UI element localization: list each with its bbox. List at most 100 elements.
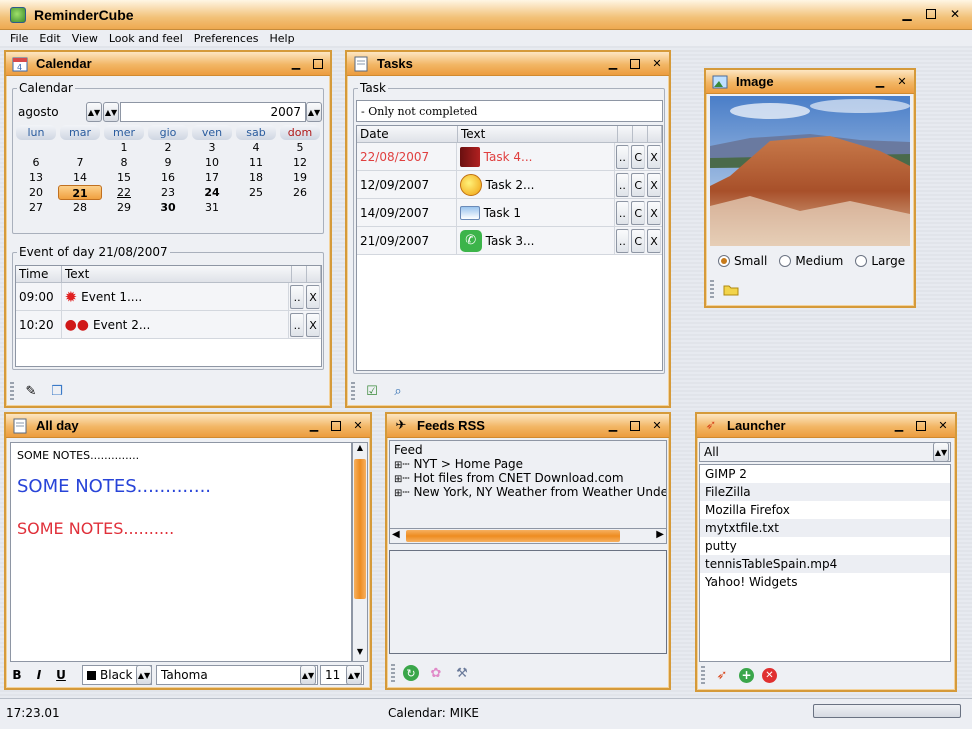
table-row[interactable]: 14/09/2007 Task 1 .. C X (357, 199, 662, 227)
list-item[interactable]: tennisTableSpain.mp4 (700, 555, 950, 573)
maximize-icon[interactable] (629, 57, 641, 70)
table-row[interactable]: 12/09/2007 Task 2... .. C X (357, 171, 662, 199)
calendar-day[interactable]: 10 (190, 155, 234, 170)
task-edit-button[interactable]: .. (615, 145, 630, 169)
calendar-day[interactable]: 11 (234, 155, 278, 170)
close-icon[interactable]: ✕ (896, 75, 908, 88)
minimize-icon[interactable]: ▁ (893, 419, 905, 432)
folder-icon[interactable] (722, 280, 740, 298)
task-delete-button[interactable]: X (647, 201, 661, 225)
calendar-day[interactable]: 2 (146, 140, 190, 155)
maximize-icon[interactable] (915, 419, 927, 432)
menu-look-and-feel[interactable]: Look and feel (109, 32, 183, 45)
calendar-day[interactable]: 29 (102, 200, 146, 215)
expand-icon[interactable]: ⊞ (394, 460, 402, 471)
toolbar-grip[interactable] (701, 666, 705, 684)
scroll-thumb[interactable] (354, 459, 366, 599)
close-icon[interactable]: ✕ (651, 57, 663, 70)
minimize-icon[interactable]: ▁ (900, 7, 914, 21)
task-complete-button[interactable]: C (631, 145, 646, 169)
col-time[interactable]: Time (16, 266, 62, 282)
col-date[interactable]: Date (357, 126, 458, 142)
close-icon[interactable]: ✕ (948, 7, 962, 21)
calendar-day[interactable]: 30 (146, 200, 190, 215)
size-small-radio[interactable]: Small (718, 254, 767, 268)
size-large-radio[interactable]: Large (855, 254, 905, 268)
calendar-day[interactable]: 6 (14, 155, 58, 170)
underline-button[interactable]: U (54, 668, 68, 682)
feeds-panel-header[interactable]: ✈ Feeds RSS ▁ ✕ (387, 414, 669, 438)
italic-button[interactable]: I (32, 668, 46, 682)
calendar-day[interactable]: 3 (190, 140, 234, 155)
calendar-day[interactable]: 5 (278, 140, 322, 155)
font-spinner[interactable]: ▲▼ (300, 665, 316, 685)
calendar-day[interactable]: 4 (234, 140, 278, 155)
expand-icon[interactable]: ⊞ (394, 474, 402, 485)
menu-help[interactable]: Help (269, 32, 294, 45)
table-row[interactable]: 09:00 ✹ Event 1.... .. X (16, 283, 321, 311)
feed-item[interactable]: ⊞┄ NYT > Home Page (394, 457, 662, 471)
add-icon[interactable]: + (739, 667, 754, 683)
toolbar-grip[interactable] (710, 280, 714, 298)
checklist-icon[interactable]: ☑ (363, 382, 381, 400)
delete-event-button[interactable]: X (306, 313, 320, 337)
list-item[interactable]: mytxtfile.txt (700, 519, 950, 537)
calendar-day[interactable]: 23 (146, 185, 190, 200)
task-complete-button[interactable]: C (631, 229, 646, 253)
table-row[interactable]: 22/08/2007 Task 4... .. C X (357, 143, 662, 171)
delete-event-button[interactable]: X (306, 285, 320, 309)
scroll-thumb[interactable] (406, 530, 620, 542)
calendar-day[interactable]: 1 (102, 140, 146, 155)
minimize-icon[interactable]: ▁ (607, 419, 619, 432)
table-row[interactable]: 10:20 ●● Event 2... .. X (16, 311, 321, 339)
task-delete-button[interactable]: X (647, 145, 661, 169)
calendar-day[interactable]: 8 (102, 155, 146, 170)
calendar-day[interactable]: 28 (58, 200, 102, 215)
minimize-icon[interactable]: ▁ (607, 57, 619, 70)
task-delete-button[interactable]: X (647, 173, 661, 197)
feed-hscrollbar[interactable]: ◀ ▶ (389, 528, 667, 544)
launcher-panel-header[interactable]: ➶ Launcher ▁ ✕ (697, 414, 955, 438)
calendar-day[interactable]: 31 (190, 200, 234, 215)
task-complete-button[interactable]: C (631, 173, 646, 197)
size-medium-radio[interactable]: Medium (779, 254, 843, 268)
minimize-icon[interactable]: ▁ (290, 57, 302, 70)
task-edit-button[interactable]: .. (615, 229, 630, 253)
calendar-day[interactable]: 22 (102, 185, 146, 200)
calendar-day[interactable]: 7 (58, 155, 102, 170)
allday-panel-header[interactable]: All day ▁ ✕ (6, 414, 370, 438)
close-icon[interactable]: ✕ (651, 419, 663, 432)
maximize-icon[interactable] (924, 7, 938, 21)
open-box-icon[interactable]: ❒ (48, 382, 66, 400)
calendar-day[interactable]: 9 (146, 155, 190, 170)
edit-event-button[interactable]: .. (290, 313, 305, 337)
notes-editor[interactable]: SOME NOTES.............. SOME NOTES.....… (10, 442, 352, 662)
menu-view[interactable]: View (72, 32, 98, 45)
menu-file[interactable]: File (10, 32, 28, 45)
expand-icon[interactable]: ⊞ (394, 488, 402, 499)
col-text[interactable]: Text (62, 266, 292, 282)
bold-button[interactable]: B (10, 668, 24, 682)
calendar-day[interactable]: 14 (58, 170, 102, 185)
menu-preferences[interactable]: Preferences (194, 32, 259, 45)
bug-icon[interactable]: ✿ (427, 664, 445, 682)
task-delete-button[interactable]: X (647, 229, 661, 253)
edit-note-icon[interactable]: ✎ (22, 382, 40, 400)
calendar-day[interactable]: 25 (234, 185, 278, 200)
year-field[interactable]: 2007 (120, 102, 306, 122)
toolbar-grip[interactable] (391, 664, 395, 682)
minimize-icon[interactable]: ▁ (308, 419, 320, 432)
table-row[interactable]: 21/09/2007 ✆ Task 3... .. C X (357, 227, 662, 255)
col-text[interactable]: Text (458, 126, 618, 142)
search-icon[interactable]: ⌕ (389, 382, 407, 400)
month-field[interactable]: agosto (14, 102, 88, 122)
calendar-day[interactable]: 16 (146, 170, 190, 185)
task-complete-button[interactable]: C (631, 201, 646, 225)
year-spinner[interactable]: ▲▼ (306, 102, 322, 122)
tasks-panel-header[interactable]: Tasks ▁ ✕ (347, 52, 669, 76)
close-icon[interactable]: ✕ (937, 419, 949, 432)
minimize-icon[interactable]: ▁ (874, 75, 886, 88)
month-spinner-alt[interactable]: ▲▼ (103, 102, 119, 122)
close-icon[interactable]: ✕ (352, 419, 364, 432)
feed-item[interactable]: ⊞┄ New York, NY Weather from Weather Und… (394, 485, 666, 499)
